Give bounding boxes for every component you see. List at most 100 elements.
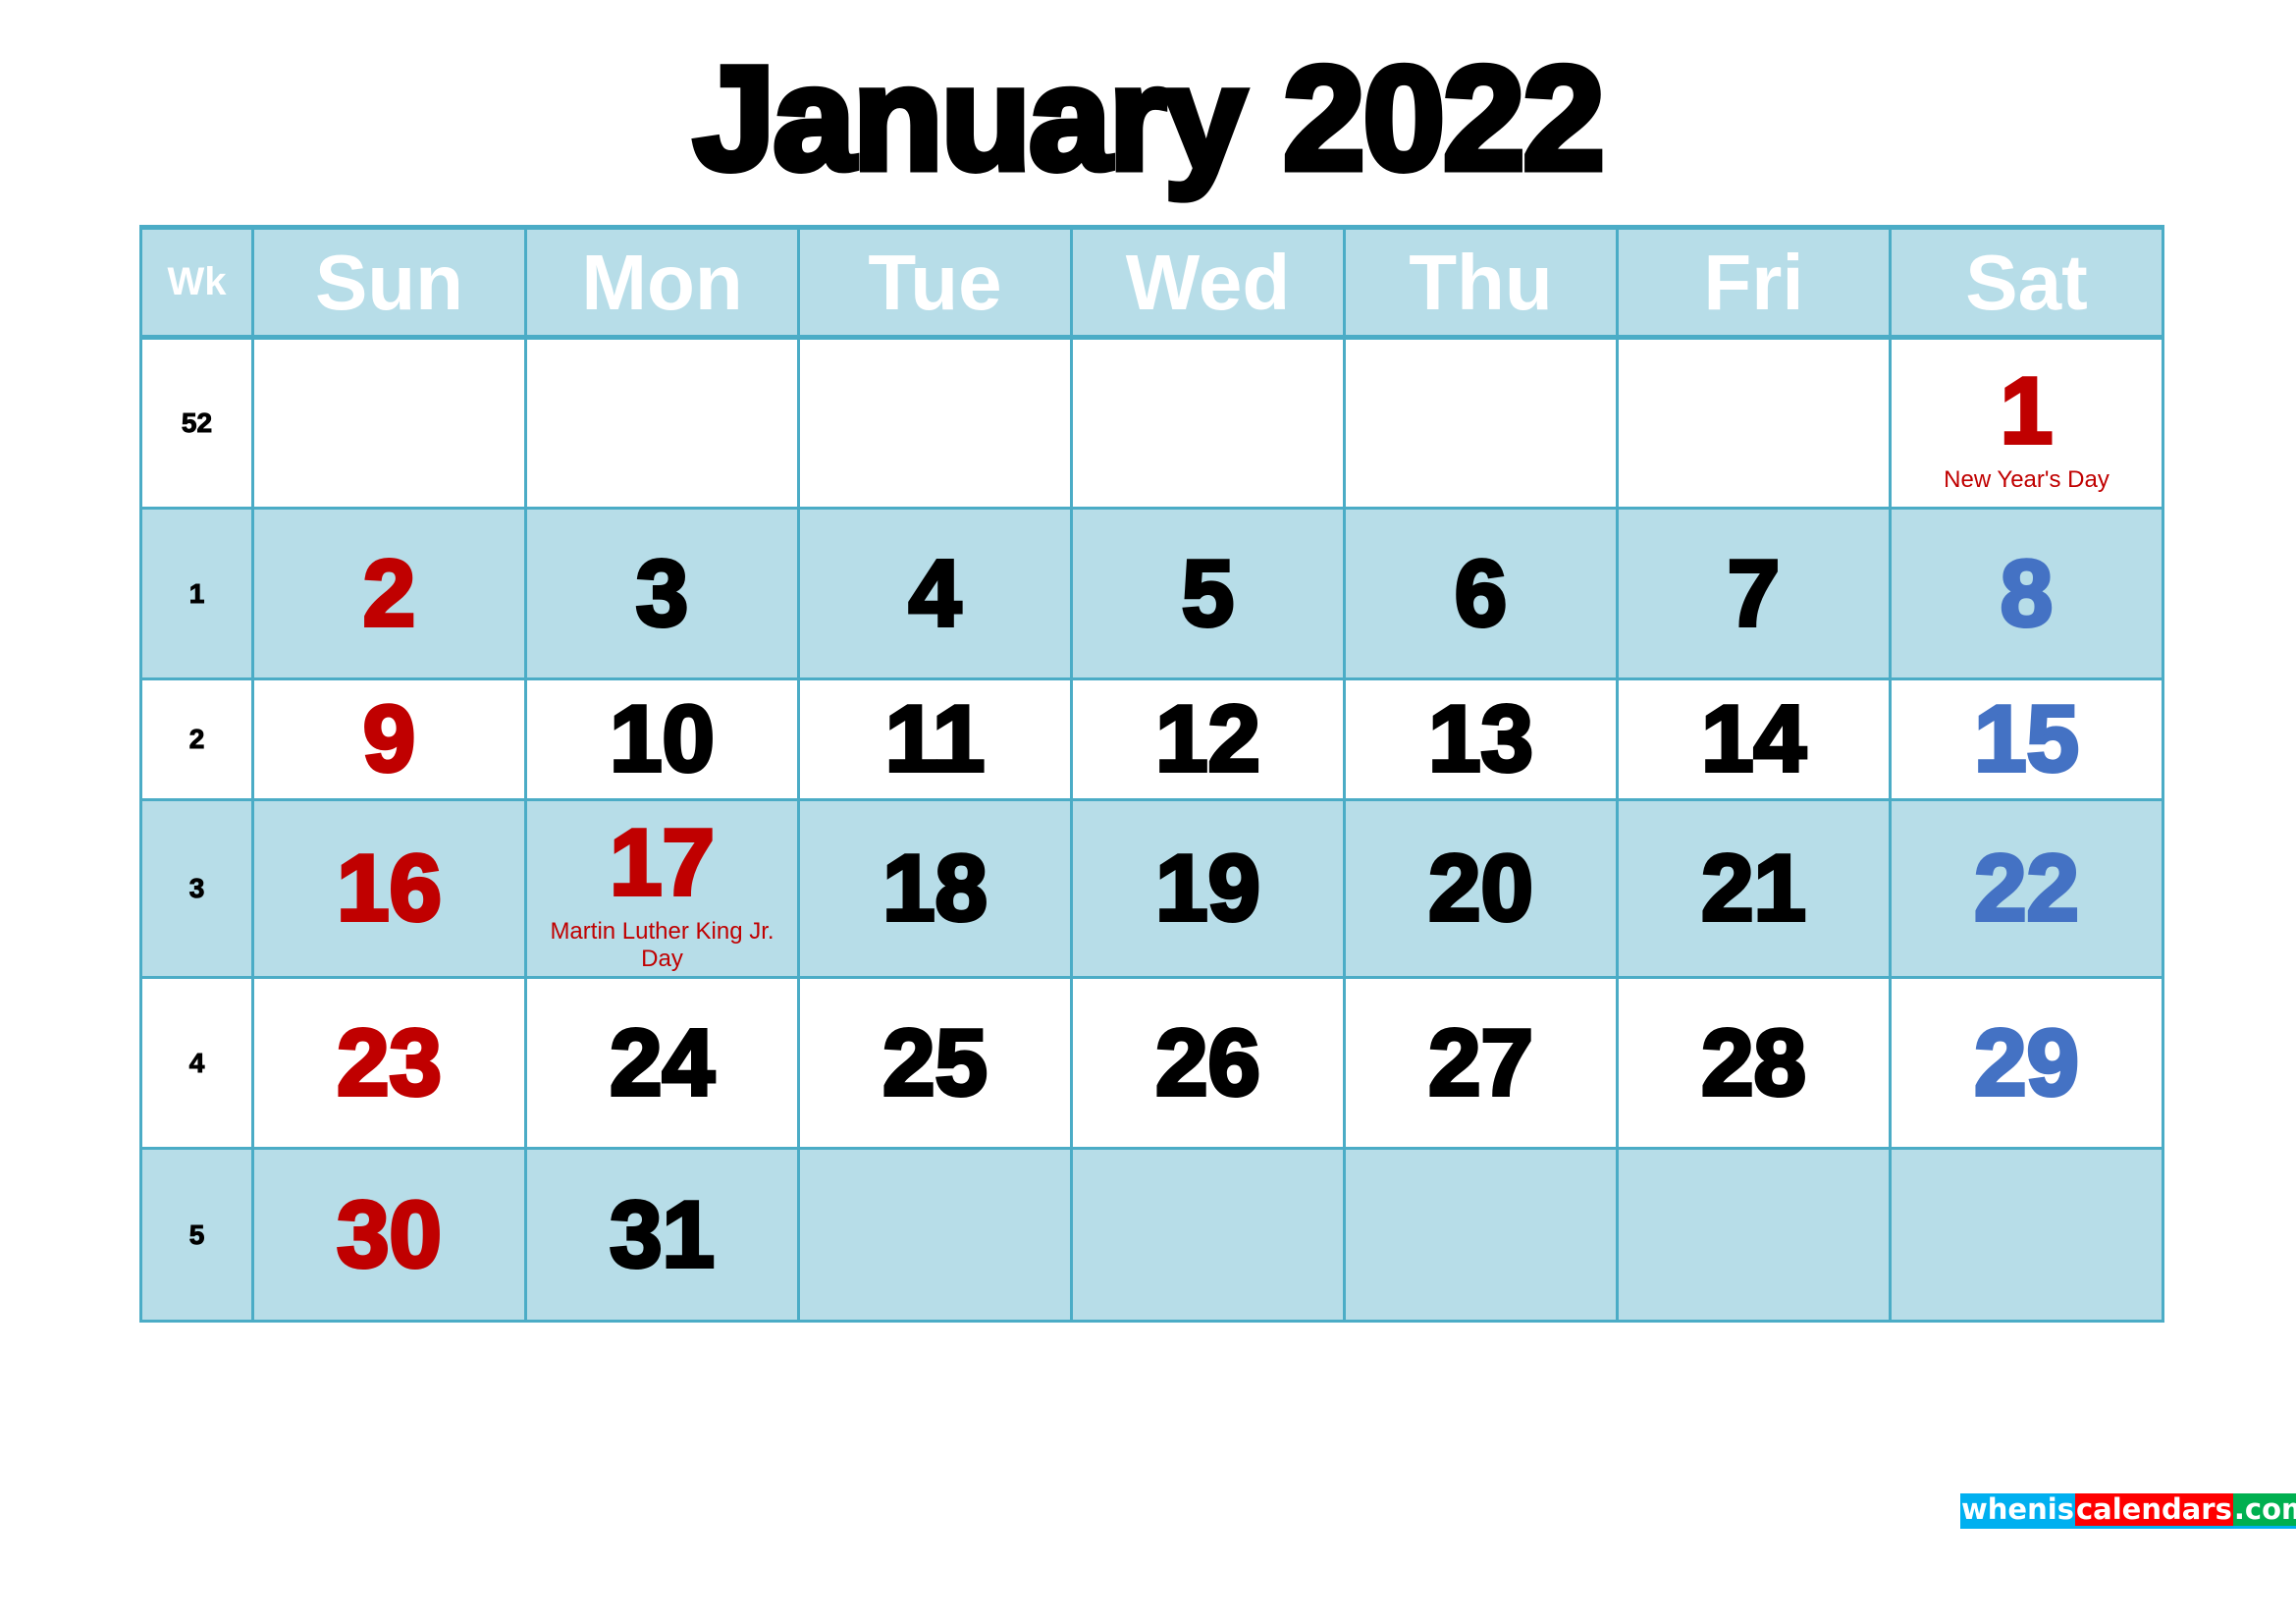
day-number: 25 bbox=[881, 1009, 989, 1115]
day-cell: 18 bbox=[797, 798, 1073, 979]
day-number: 19 bbox=[1153, 836, 1262, 941]
day-cell: 26 bbox=[1070, 976, 1346, 1150]
day-cell: 17 Martin Luther King Jr. Day bbox=[524, 798, 800, 979]
day-number: 13 bbox=[1426, 686, 1535, 791]
day-cell: 5 bbox=[1070, 507, 1346, 680]
day-cell: 27 bbox=[1343, 976, 1619, 1150]
day-cell: 31 bbox=[524, 1147, 800, 1323]
day-cell: 1 New Year's Day bbox=[1889, 336, 2164, 510]
weekday-header-sat: Sat bbox=[1889, 225, 2164, 340]
day-cell: 10 bbox=[524, 677, 800, 801]
week-row: 52 1 New Year's Day bbox=[139, 336, 2164, 510]
day-number: 18 bbox=[881, 836, 989, 941]
empty-day-cell bbox=[251, 336, 527, 510]
empty-day-cell bbox=[524, 336, 800, 510]
empty-day-cell bbox=[797, 1147, 1073, 1323]
logo-part-com: .com bbox=[2232, 1493, 2296, 1526]
day-cell: 24 bbox=[524, 976, 800, 1150]
week-number: 52 bbox=[139, 336, 254, 510]
empty-day-cell bbox=[1070, 336, 1346, 510]
weekday-header-tue: Tue bbox=[797, 225, 1073, 340]
day-number: 14 bbox=[1699, 686, 1808, 791]
empty-day-cell bbox=[1343, 336, 1619, 510]
calendar-title: January 2022 bbox=[690, 35, 1609, 200]
day-number: 2 bbox=[361, 540, 417, 646]
empty-day-cell bbox=[1070, 1147, 1346, 1323]
empty-day-cell bbox=[1343, 1147, 1619, 1323]
day-number: 29 bbox=[1972, 1009, 2081, 1115]
day-cell: 3 bbox=[524, 507, 800, 680]
week-number: 3 bbox=[139, 798, 254, 979]
day-cell: 7 bbox=[1616, 507, 1892, 680]
weekday-header-mon: Mon bbox=[524, 225, 800, 340]
day-number: 9 bbox=[361, 686, 417, 791]
day-number: 27 bbox=[1426, 1009, 1535, 1115]
logo-part-calendars: calendars bbox=[2074, 1492, 2233, 1526]
day-cell: 9 bbox=[251, 677, 527, 801]
weekday-header-sun: Sun bbox=[251, 225, 527, 340]
day-cell: 4 bbox=[797, 507, 1073, 680]
day-number: 20 bbox=[1426, 836, 1535, 941]
week-row: 5 30 31 bbox=[139, 1147, 2164, 1323]
day-number: 8 bbox=[1999, 540, 2055, 646]
weekday-header-fri: Fri bbox=[1616, 225, 1892, 340]
empty-day-cell bbox=[1616, 336, 1892, 510]
day-number: 17 bbox=[608, 810, 717, 915]
day-number: 6 bbox=[1453, 540, 1509, 646]
day-number: 12 bbox=[1153, 686, 1262, 791]
week-row: 3 16 17 Martin Luther King Jr. Day 18 19 20 21 2… bbox=[139, 798, 2164, 979]
week-row: 2 9 10 11 12 13 14 15 bbox=[139, 677, 2164, 801]
day-cell: 15 bbox=[1889, 677, 2164, 801]
day-number: 26 bbox=[1153, 1009, 1262, 1115]
day-cell: 20 bbox=[1343, 798, 1619, 979]
day-number: 30 bbox=[335, 1181, 444, 1287]
day-cell: 19 bbox=[1070, 798, 1346, 979]
day-cell: 23 bbox=[251, 976, 527, 1150]
calendar-body: 52 1 New Year's Day 1 2 3 4 5 6 7 8 2 9 10 11 12 13 14 15 3… bbox=[139, 336, 2164, 1323]
holiday-label: Martin Luther King Jr. Day bbox=[550, 918, 774, 972]
week-number: 1 bbox=[139, 507, 254, 680]
day-number: 21 bbox=[1699, 836, 1808, 941]
day-cell: 25 bbox=[797, 976, 1073, 1150]
day-cell: 30 bbox=[251, 1147, 527, 1323]
day-cell: 11 bbox=[797, 677, 1073, 801]
day-number: 22 bbox=[1972, 836, 2081, 941]
day-cell: 21 bbox=[1616, 798, 1892, 979]
day-number: 16 bbox=[335, 836, 444, 941]
day-cell: 14 bbox=[1616, 677, 1892, 801]
week-number: 4 bbox=[139, 976, 254, 1150]
weekday-header-thu: Thu bbox=[1343, 225, 1619, 340]
whenis-calendars-logo[interactable]: whenis calendars .com bbox=[1960, 1493, 2296, 1529]
day-number: 31 bbox=[608, 1181, 717, 1287]
day-cell: 16 bbox=[251, 798, 527, 979]
weekday-header-wed: Wed bbox=[1070, 225, 1346, 340]
day-cell: 8 bbox=[1889, 507, 2164, 680]
day-number: 4 bbox=[907, 540, 963, 646]
empty-day-cell bbox=[1889, 1147, 2164, 1323]
holiday-label: New Year's Day bbox=[1944, 466, 2109, 493]
week-number-header: Wk bbox=[139, 225, 254, 340]
day-number: 1 bbox=[1999, 358, 2055, 463]
day-number: 10 bbox=[608, 686, 717, 791]
day-cell: 6 bbox=[1343, 507, 1619, 680]
day-cell: 2 bbox=[251, 507, 527, 680]
day-cell: 13 bbox=[1343, 677, 1619, 801]
calendar-grid: Wk Sun Mon Tue Wed Thu Fri Sat 52 1 New Ye… bbox=[139, 225, 2164, 1323]
day-cell: 22 bbox=[1889, 798, 2164, 979]
day-number: 23 bbox=[335, 1009, 444, 1115]
week-row: 4 23 24 25 26 27 28 29 bbox=[139, 976, 2164, 1150]
day-cell: 12 bbox=[1070, 677, 1346, 801]
week-row: 1 2 3 4 5 6 7 8 bbox=[139, 507, 2164, 680]
day-cell: 28 bbox=[1616, 976, 1892, 1150]
weekday-header-row: Wk Sun Mon Tue Wed Thu Fri Sat bbox=[139, 225, 2164, 340]
day-number: 11 bbox=[883, 686, 987, 791]
day-number: 28 bbox=[1699, 1009, 1808, 1115]
day-number: 24 bbox=[608, 1009, 717, 1115]
day-number: 7 bbox=[1726, 540, 1782, 646]
day-cell: 29 bbox=[1889, 976, 2164, 1150]
week-number: 5 bbox=[139, 1147, 254, 1323]
day-number: 3 bbox=[634, 540, 690, 646]
logo-part-whenis: whenis bbox=[1960, 1492, 2075, 1526]
week-number: 2 bbox=[139, 677, 254, 801]
empty-day-cell bbox=[797, 336, 1073, 510]
